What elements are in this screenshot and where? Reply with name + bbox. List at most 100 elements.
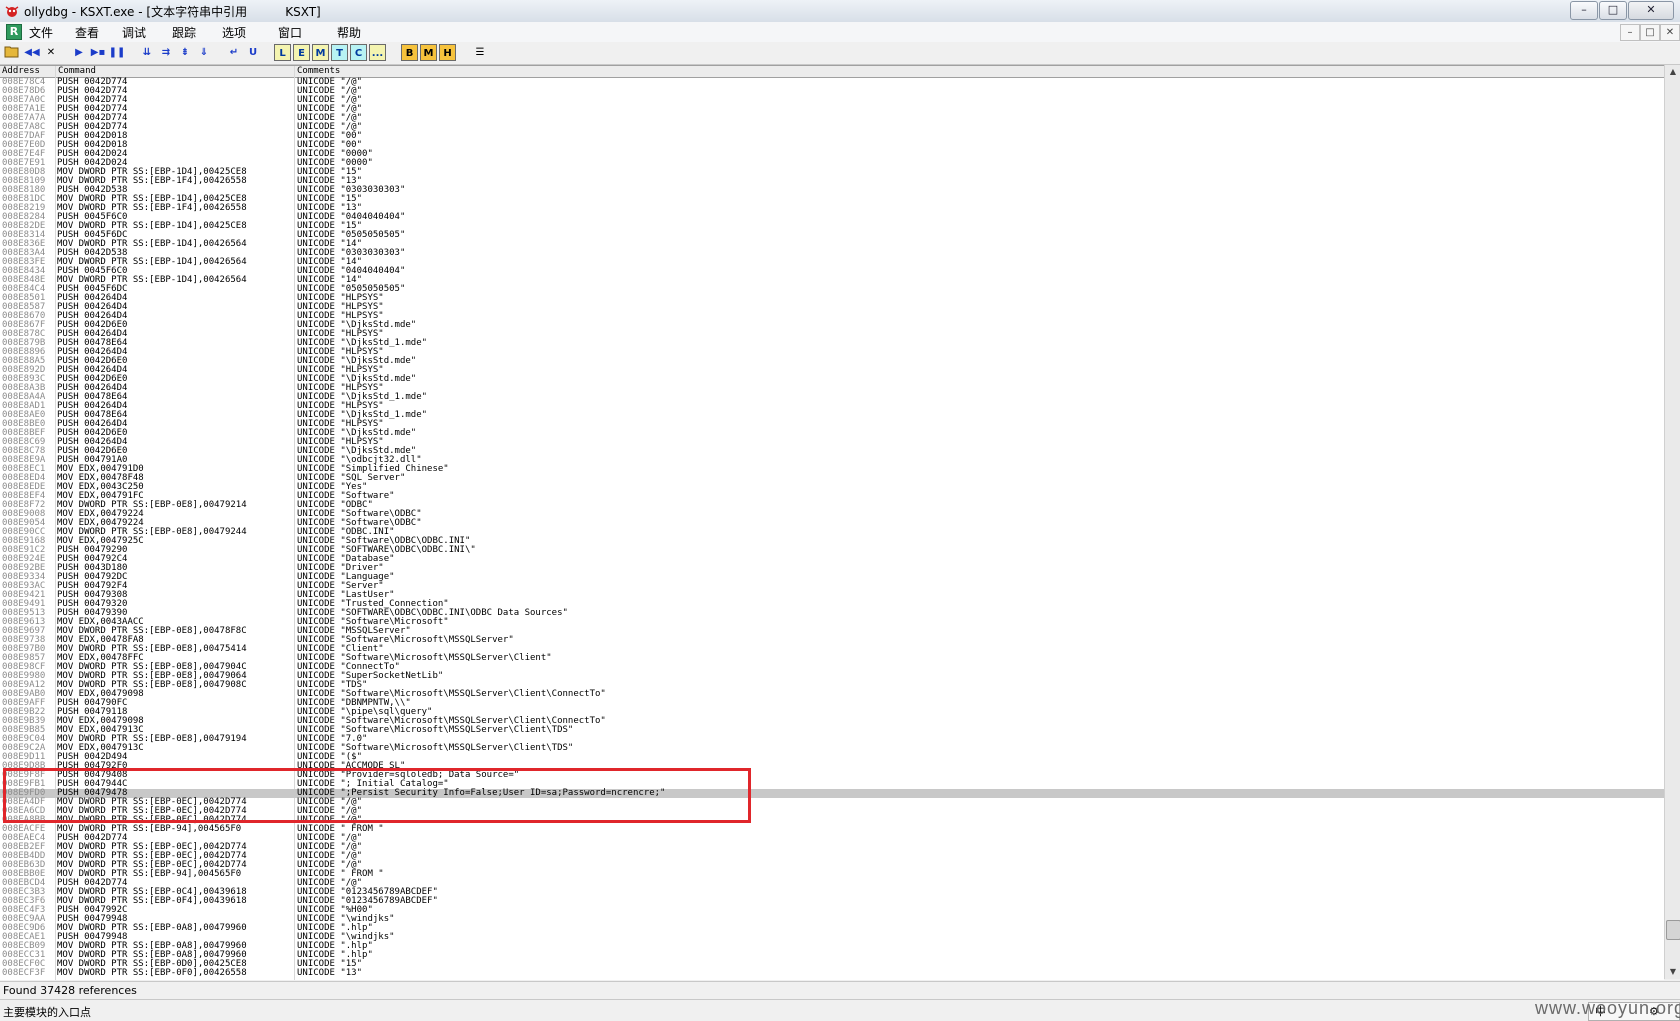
table-row[interactable]: 008E9980 MOV DWORD PTR SS:[EBP-0E8],00479… — [0, 672, 1664, 681]
menu-window[interactable]: 窗口 — [278, 24, 302, 41]
table-row[interactable]: 008E9C04 MOV DWORD PTR SS:[EBP-0E8],00479… — [0, 735, 1664, 744]
table-row[interactable]: 008EC3F6 MOV DWORD PTR SS:[EBP-0F4],00439… — [0, 897, 1664, 906]
menu-help[interactable]: 帮助 — [337, 24, 361, 41]
toolbar-patches-button[interactable]: ... — [369, 44, 386, 61]
table-row[interactable]: 008E9A12 MOV DWORD PTR SS:[EBP-0E8],00479… — [0, 681, 1664, 690]
table-row[interactable]: 008E88A5 PUSH 0042D6E0 UNICODE "\DjksStd.m… — [0, 357, 1664, 366]
table-row[interactable]: 008EAEC4 PUSH 0042D774 UNICODE "/@" — [0, 834, 1664, 843]
table-row[interactable]: 008EBB0E MOV DWORD PTR SS:[EBP-94],004565… — [0, 870, 1664, 879]
toolbar-hardware-breakpoints-button[interactable]: H — [439, 44, 456, 61]
table-row[interactable]: 008E8AD1 PUSH 004264D4 UNICODE "HLPSYS" — [0, 402, 1664, 411]
table-row[interactable]: 008E9334 PUSH 004792DC UNICODE "Language" — [0, 573, 1664, 582]
table-row[interactable]: 008E8BE0 PUSH 004264D4 UNICODE "HLPSYS" — [0, 420, 1664, 429]
table-row[interactable]: 008E7E4F PUSH 0042D024 UNICODE "0000" — [0, 150, 1664, 159]
table-row[interactable]: 008E7A1E PUSH 0042D774 UNICODE "/@" — [0, 105, 1664, 114]
table-row[interactable]: 008E8ED4 MOV EDX,00478F48 UNICODE "SQL Ser… — [0, 474, 1664, 483]
table-row[interactable]: 008E8180 PUSH 0042D538 UNICODE "0303030303… — [0, 186, 1664, 195]
table-row[interactable]: 008E9513 PUSH 00479390 UNICODE "SOFTWARE\O… — [0, 609, 1664, 618]
table-row[interactable]: 008E8A4A PUSH 00478E64 UNICODE "\DjksStd_1… — [0, 393, 1664, 402]
restart-icon[interactable]: ◀◀ — [23, 44, 41, 61]
run-icon[interactable]: ▶ — [70, 44, 88, 61]
table-row[interactable]: 008E9FB1 PUSH 0047944C UNICODE "; Initial … — [0, 780, 1664, 789]
header-command[interactable]: Command — [56, 66, 295, 77]
toolbar-memory-button[interactable]: M — [312, 44, 329, 61]
table-row[interactable]: 008E8EC1 MOV EDX,004791D0 UNICODE "Simplif… — [0, 465, 1664, 474]
table-row[interactable]: 008E9AFF PUSH 004790FC UNICODE "DBNMPNTW,\… — [0, 699, 1664, 708]
table-row[interactable]: 008E98CF MOV DWORD PTR SS:[EBP-0E8],00479… — [0, 663, 1664, 672]
toolbar-executables-button[interactable]: E — [293, 44, 310, 61]
table-row[interactable]: 008E7E0D PUSH 0042D018 UNICODE "00" — [0, 141, 1664, 150]
table-row[interactable]: 008E93AC PUSH 004792F4 UNICODE "Server" — [0, 582, 1664, 591]
table-row[interactable]: 008EC9D6 MOV DWORD PTR SS:[EBP-0A8],00479… — [0, 924, 1664, 933]
table-row[interactable]: 008E8F72 MOV DWORD PTR SS:[EBP-0E8],00479… — [0, 501, 1664, 510]
header-comments[interactable]: Comments — [295, 66, 1664, 77]
execute-till-user-code-icon[interactable]: U — [244, 44, 262, 61]
table-row[interactable]: 008E9008 MOV EDX,00479224 UNICODE "Softwar… — [0, 510, 1664, 519]
table-row[interactable]: 008ECB09 MOV DWORD PTR SS:[EBP-0A8],00479… — [0, 942, 1664, 951]
menu-options[interactable]: 选项 — [222, 24, 246, 41]
table-row[interactable]: 008E867F PUSH 0042D6E0 UNICODE "\DjksStd.m… — [0, 321, 1664, 330]
menu-file[interactable]: 文件 — [29, 24, 53, 41]
scroll-down-arrow-icon[interactable]: ▼ — [1665, 965, 1680, 979]
table-row[interactable]: 008E9421 PUSH 00479308 UNICODE "LastUser" — [0, 591, 1664, 600]
table-row[interactable]: 008E9168 MOV EDX,0047925C UNICODE "Softwar… — [0, 537, 1664, 546]
table-row[interactable]: 008E9D8B PUSH 004792F0 UNICODE "ACCMODE SL… — [0, 762, 1664, 771]
table-row[interactable]: 008E8587 PUSH 004264D4 UNICODE "HLPSYS" — [0, 303, 1664, 312]
table-row[interactable]: 008E924E PUSH 004792C4 UNICODE "Database" — [0, 555, 1664, 564]
child-restore-button[interactable]: □ — [1640, 24, 1660, 41]
table-row[interactable]: 008E9491 PUSH 00479320 UNICODE "Trusted_Co… — [0, 600, 1664, 609]
table-row[interactable]: 008E7E91 PUSH 0042D024 UNICODE "0000" — [0, 159, 1664, 168]
table-row[interactable]: 008EBCD4 PUSH 0042D774 UNICODE "/@" — [0, 879, 1664, 888]
toolbar-threads-button[interactable]: T — [331, 44, 348, 61]
r-icon[interactable]: R — [6, 24, 22, 40]
table-row[interactable]: 008E9B39 MOV EDX,00479098 UNICODE "Softwar… — [0, 717, 1664, 726]
table-row[interactable]: 008E879B PUSH 00478E64 UNICODE "\DjksStd_1… — [0, 339, 1664, 348]
table-row[interactable]: 008E7A8C PUSH 0042D774 UNICODE "/@" — [0, 123, 1664, 132]
table-row[interactable]: 008EB4DD MOV DWORD PTR SS:[EBP-0EC],0042D… — [0, 852, 1664, 861]
scroll-thumb[interactable] — [1666, 920, 1680, 940]
table-row[interactable]: 008EA4DF MOV DWORD PTR SS:[EBP-0EC],0042D… — [0, 798, 1664, 807]
trace-into-icon[interactable]: ⇟ — [176, 44, 194, 61]
table-row[interactable]: 008E8A3B PUSH 004264D4 UNICODE "HLPSYS" — [0, 384, 1664, 393]
table-row[interactable]: 008E9B85 MOV EDX,0047913C UNICODE "Softwar… — [0, 726, 1664, 735]
table-row[interactable]: 008E83FE MOV DWORD PTR SS:[EBP-1D4],00426… — [0, 258, 1664, 267]
table-row[interactable]: 008EA8BB MOV DWORD PTR SS:[EBP-0EC],0042D… — [0, 816, 1664, 825]
table-row[interactable]: 008E8BEF PUSH 0042D6E0 UNICODE "\DjksStd.m… — [0, 429, 1664, 438]
table-row[interactable]: 008ECF0C MOV DWORD PTR SS:[EBP-0D0],00425… — [0, 960, 1664, 969]
toolbar-breakpoints-button[interactable]: B — [401, 44, 418, 61]
execute-till-return-icon[interactable]: ↵ — [225, 44, 243, 61]
minimize-button[interactable]: – — [1570, 1, 1598, 20]
table-row[interactable]: 008E82DE MOV DWORD PTR SS:[EBP-1D4],00425… — [0, 222, 1664, 231]
table-row[interactable]: 008E8314 PUSH 0045F6DC UNICODE "0505050505… — [0, 231, 1664, 240]
table-row[interactable]: 008E878C PUSH 004264D4 UNICODE "HLPSYS" — [0, 330, 1664, 339]
table-row[interactable]: 008E92BE PUSH 0043D180 UNICODE "Driver" — [0, 564, 1664, 573]
table-row[interactable]: 008E9D11 PUSH 0042D494 UNICODE "($" — [0, 753, 1664, 762]
table-row[interactable]: 008E9F8F PUSH 00479408 UNICODE "Provider=s… — [0, 771, 1664, 780]
table-row[interactable]: 008E9C2A MOV EDX,0047913C UNICODE "Softwar… — [0, 744, 1664, 753]
table-row[interactable]: 008E836E MOV DWORD PTR SS:[EBP-1D4],00426… — [0, 240, 1664, 249]
table-row[interactable]: 008E9613 MOV EDX,0043AACC UNICODE "Softwar… — [0, 618, 1664, 627]
table-row[interactable]: 008EACFE MOV DWORD PTR SS:[EBP-94],004565… — [0, 825, 1664, 834]
table-row[interactable]: 008EB2EF MOV DWORD PTR SS:[EBP-0EC],0042D… — [0, 843, 1664, 852]
toolbar-log-button[interactable]: L — [274, 44, 291, 61]
table-row[interactable]: 008E8501 PUSH 004264D4 UNICODE "HLPSYS" — [0, 294, 1664, 303]
table-row[interactable]: 008E97B0 MOV DWORD PTR SS:[EBP-0E8],00475… — [0, 645, 1664, 654]
table-row[interactable]: 008E893C PUSH 0042D6E0 UNICODE "\DjksStd.m… — [0, 375, 1664, 384]
trace-over-icon[interactable]: ⇓ — [195, 44, 213, 61]
table-row[interactable]: 008E90CC MOV DWORD PTR SS:[EBP-0E8],00479… — [0, 528, 1664, 537]
list-icon[interactable]: ☰ — [471, 44, 489, 61]
table-row[interactable]: 008E8EF4 MOV EDX,004791FC UNICODE "Softwar… — [0, 492, 1664, 501]
table-row[interactable]: 008E8C69 PUSH 004264D4 UNICODE "HLPSYS" — [0, 438, 1664, 447]
table-row[interactable]: 008E8C78 PUSH 0042D6E0 UNICODE "\DjksStd.m… — [0, 447, 1664, 456]
table-row[interactable]: 008E8434 PUSH 0045F6C0 UNICODE "0404040404… — [0, 267, 1664, 276]
open-icon[interactable] — [3, 44, 21, 61]
table-row[interactable]: 008E78D6 PUSH 0042D774 UNICODE "/@" — [0, 87, 1664, 96]
table-row[interactable]: 008E81DC MOV DWORD PTR SS:[EBP-1D4],00425… — [0, 195, 1664, 204]
table-row[interactable]: 008E8109 MOV DWORD PTR SS:[EBP-1F4],00426… — [0, 177, 1664, 186]
table-row[interactable]: 008E8E9A PUSH 004791A0 UNICODE "\odbcjt32.… — [0, 456, 1664, 465]
table-row[interactable]: 008EC3B3 MOV DWORD PTR SS:[EBP-0C4],00439… — [0, 888, 1664, 897]
table-row[interactable]: 008E892D PUSH 004264D4 UNICODE "HLPSYS" — [0, 366, 1664, 375]
table-row[interactable]: 008E9AB0 MOV EDX,00479098 UNICODE "Softwar… — [0, 690, 1664, 699]
table-row[interactable]: 008E8284 PUSH 0045F6C0 UNICODE "0404040404… — [0, 213, 1664, 222]
child-close-button[interactable]: ✕ — [1660, 24, 1680, 41]
